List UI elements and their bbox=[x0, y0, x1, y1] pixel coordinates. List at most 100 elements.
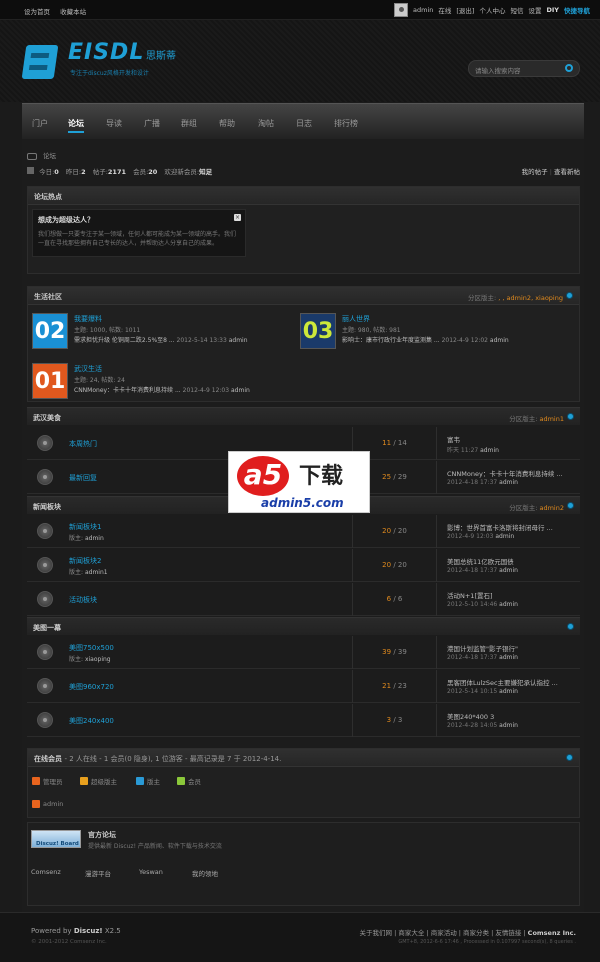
mod-name[interactable]: admin bbox=[85, 535, 104, 542]
link-my-domain[interactable]: 我的领地 bbox=[192, 868, 218, 878]
mod-names[interactable]: admin2 bbox=[539, 504, 564, 512]
logo-icon[interactable] bbox=[21, 45, 59, 79]
nav-item-forum[interactable]: 论坛 bbox=[68, 118, 84, 133]
mod-name[interactable]: admin1 bbox=[85, 569, 108, 576]
last-post-link[interactable]: 美图240*400 3 bbox=[447, 711, 494, 721]
nav-item-blog[interactable]: 日志 bbox=[296, 118, 312, 129]
table-row[interactable]: 美图960x720 21 / 23 黑客团体LulzSec主要嫌犯承认指控 ..… bbox=[27, 670, 580, 703]
hot-card-title[interactable]: 想成为超级达人？ bbox=[38, 215, 240, 225]
nav-item-ranking[interactable]: 排行榜 bbox=[334, 118, 358, 129]
username-link[interactable]: admin bbox=[413, 6, 433, 14]
collapse-icon[interactable] bbox=[567, 413, 574, 420]
nav-item-portal[interactable]: 门户 bbox=[32, 118, 48, 129]
forum-name[interactable]: 武汉生活 bbox=[74, 364, 102, 374]
set-home-link[interactable]: 设为首页 bbox=[24, 8, 50, 16]
link-yeswan[interactable]: Yeswan bbox=[139, 868, 163, 876]
last-post-link[interactable]: CNNMoney：卡卡十年消费利息持续 ... bbox=[74, 387, 181, 394]
link-comsenz[interactable]: Comsenz bbox=[31, 868, 61, 876]
last-post-link[interactable]: 活动N+1[置石] bbox=[447, 590, 493, 600]
quick-nav-menu[interactable]: 快捷导航 bbox=[564, 5, 590, 15]
table-row[interactable]: 新闻板块1 版主: admin 20 / 20 影博：世界首富卡洛斯将封闭母行 … bbox=[27, 515, 580, 548]
nav-item-broadcast[interactable]: 广播 bbox=[144, 118, 160, 129]
last-post-link[interactable]: 影响士：康市行政行业年度监测集 ... bbox=[342, 337, 440, 344]
collapse-icon[interactable] bbox=[567, 623, 574, 630]
forum-name[interactable]: 最新回复 bbox=[69, 473, 97, 483]
view-new-posts-link[interactable]: 查看新帖 bbox=[554, 168, 580, 176]
table-row[interactable]: 活动板块 6 / 6 活动N+1[置石] 2012-5-10 14:46 adm… bbox=[27, 583, 580, 616]
forum-name[interactable]: 美图240x400 bbox=[69, 716, 114, 726]
mod-name[interactable]: xiaoping bbox=[85, 656, 111, 663]
last-post-link[interactable]: 富韦 bbox=[447, 434, 460, 444]
forum-name[interactable]: 本周热门 bbox=[69, 439, 97, 449]
mod-names[interactable]: , , admin2, xiaoping bbox=[498, 294, 563, 302]
forum-name[interactable]: 美图750x500 bbox=[69, 643, 114, 653]
official-forum-link[interactable]: 官方论坛 bbox=[88, 830, 116, 840]
hot-card[interactable]: 想成为超级达人？ 我们想做一只要专注于某一领域，任何人都可能成为某一领域的高手。… bbox=[32, 209, 246, 257]
last-post-user[interactable]: admin bbox=[499, 688, 518, 695]
last-post-link[interactable]: 港国计划监管"影子银行" bbox=[447, 643, 518, 653]
footer-link[interactable]: 关于我们网 bbox=[360, 929, 393, 937]
logout-link[interactable]: [退出] bbox=[456, 5, 474, 15]
personal-center-menu[interactable]: 个人中心 bbox=[479, 5, 505, 15]
last-post-link[interactable]: 需求担忧升级 伦铜周二跌2.5%至8 ... bbox=[74, 337, 175, 344]
table-row[interactable]: 美图750x500 版主: xiaoping 39 / 39 港国计划监管"影子… bbox=[27, 636, 580, 669]
collapse-icon[interactable] bbox=[567, 502, 574, 509]
table-row[interactable]: 新闻板块2 版主: admin1 20 / 20 美国总统11亿欧元国债 201… bbox=[27, 549, 580, 582]
forum-tile-icon[interactable]: 03 bbox=[300, 313, 336, 349]
settings-menu[interactable]: 设置 bbox=[528, 5, 541, 15]
last-post-link[interactable]: CNNMoney：卡卡十年消费利息持续 ... bbox=[447, 468, 563, 478]
last-post-user[interactable]: admin bbox=[495, 533, 514, 540]
breadcrumb-forum[interactable]: 论坛 bbox=[43, 152, 56, 160]
my-posts-link[interactable]: 我的帖子 bbox=[522, 168, 548, 176]
footer-link[interactable]: 商家分类 bbox=[463, 929, 489, 937]
discuz-badge[interactable]: Discuz! Board bbox=[31, 830, 81, 848]
product-link[interactable]: Discuz! bbox=[74, 927, 103, 935]
link-manyou[interactable]: 漫游平台 bbox=[85, 868, 111, 878]
last-post-user[interactable]: admin bbox=[499, 654, 518, 661]
nav-item-taotie[interactable]: 淘帖 bbox=[258, 118, 274, 129]
forum-tile-icon[interactable]: 01 bbox=[32, 363, 68, 399]
forum-name[interactable]: 丽人世界 bbox=[342, 314, 370, 324]
online-user[interactable]: admin bbox=[32, 800, 63, 808]
avatar[interactable] bbox=[394, 3, 409, 17]
last-post-link[interactable]: 美国总统11亿欧元国债 bbox=[447, 556, 514, 566]
footer-link[interactable]: 商家大全 bbox=[398, 929, 424, 937]
logo-text[interactable]: EISDL bbox=[68, 40, 144, 65]
close-icon[interactable]: × bbox=[234, 214, 241, 221]
mod-names[interactable]: admin1 bbox=[539, 415, 564, 423]
diy-menu[interactable]: DIY bbox=[546, 6, 559, 14]
forum-name[interactable]: 我要爆料 bbox=[74, 314, 102, 324]
online-status[interactable]: 在线 bbox=[438, 5, 451, 15]
forum-name[interactable]: 美图960x720 bbox=[69, 682, 114, 692]
search-icon[interactable] bbox=[565, 64, 573, 72]
online-username[interactable]: admin bbox=[43, 800, 63, 808]
footer-link[interactable]: Comsenz Inc. bbox=[528, 929, 576, 937]
forum-name[interactable]: 新闻板块2 bbox=[69, 556, 101, 566]
nav-item-help[interactable]: 帮助 bbox=[219, 118, 235, 129]
last-post-user[interactable]: admin bbox=[499, 601, 518, 608]
last-post-user[interactable]: admin bbox=[490, 337, 509, 344]
last-post-link[interactable]: 黑客团体LulzSec主要嫌犯承认指控 ... bbox=[447, 677, 558, 687]
messages-menu[interactable]: 短信 bbox=[510, 5, 523, 15]
last-post-user[interactable]: admin bbox=[229, 337, 248, 344]
last-post-user[interactable]: admin bbox=[480, 447, 499, 454]
forum-tile-icon[interactable]: 02 bbox=[32, 313, 68, 349]
footer-link[interactable]: 友情链接 bbox=[495, 929, 521, 937]
last-post-user[interactable]: admin bbox=[499, 567, 518, 574]
last-post-user[interactable]: admin bbox=[499, 479, 518, 486]
last-post-link[interactable]: 影博：世界首富卡洛斯将封闭母行 ... bbox=[447, 522, 553, 532]
forum-name[interactable]: 活动板块 bbox=[69, 595, 97, 605]
last-post-user[interactable]: admin bbox=[499, 722, 518, 729]
collapse-icon[interactable] bbox=[566, 292, 573, 299]
online-title[interactable]: 在线会员 bbox=[34, 755, 62, 763]
home-icon[interactable] bbox=[27, 152, 37, 160]
nav-item-guide[interactable]: 导读 bbox=[106, 118, 122, 129]
forum-name[interactable]: 新闻板块1 bbox=[69, 522, 101, 532]
favorite-link[interactable]: 收藏本站 bbox=[60, 8, 86, 16]
newest-member-link[interactable]: 知足 bbox=[199, 168, 212, 176]
footer-link[interactable]: 商家活动 bbox=[431, 929, 457, 937]
table-row[interactable]: 美图240x400 3 / 3 美图240*400 3 2012-4-28 14… bbox=[27, 704, 580, 737]
last-post-user[interactable]: admin bbox=[231, 387, 250, 394]
search-input[interactable]: 请输入搜索内容 bbox=[468, 60, 580, 77]
nav-item-groups[interactable]: 群组 bbox=[181, 118, 197, 129]
